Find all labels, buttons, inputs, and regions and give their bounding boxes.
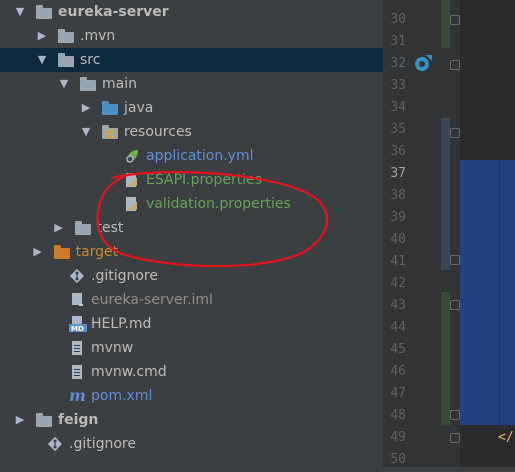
selection-block — [460, 160, 515, 425]
fold-marker[interactable] — [450, 15, 460, 25]
line-number: 47 — [390, 386, 406, 401]
fold-marker[interactable] — [450, 60, 460, 70]
line-number: 35 — [390, 122, 406, 137]
fold-marker[interactable] — [450, 300, 460, 310]
line-number: 36 — [390, 144, 406, 159]
line-number: 44 — [390, 320, 406, 335]
override-method-icon[interactable] — [413, 53, 433, 73]
line-number: 46 — [390, 364, 406, 379]
line-number: 30 — [390, 12, 406, 27]
vcs-change-marker — [441, 0, 450, 48]
line-number: 38 — [390, 188, 406, 203]
line-number: 45 — [390, 342, 406, 357]
line-number: 49 — [390, 430, 406, 445]
line-number: 43 — [390, 298, 406, 313]
line-number: 48 — [390, 408, 406, 423]
vcs-change-marker — [441, 292, 450, 425]
line-number: 40 — [390, 232, 406, 247]
line-number: 42 — [390, 276, 406, 291]
line-number: 39 — [390, 210, 406, 225]
line-number: 33 — [390, 78, 406, 93]
line-number: 41 — [390, 254, 406, 269]
line-number: 32 — [390, 56, 406, 71]
line-number: 50 — [390, 452, 406, 467]
fold-marker[interactable] — [450, 128, 460, 138]
line-number: 31 — [390, 34, 406, 49]
vcs-change-marker — [441, 118, 450, 270]
fold-marker[interactable] — [450, 433, 460, 443]
line-number: 37 — [390, 166, 406, 181]
fold-marker[interactable] — [450, 410, 460, 420]
indent-guide — [499, 160, 500, 425]
fold-marker[interactable] — [450, 255, 460, 265]
red-annotation-circle — [96, 171, 329, 268]
line-number: 34 — [390, 100, 406, 115]
closing-tag-text: </ — [498, 430, 514, 445]
